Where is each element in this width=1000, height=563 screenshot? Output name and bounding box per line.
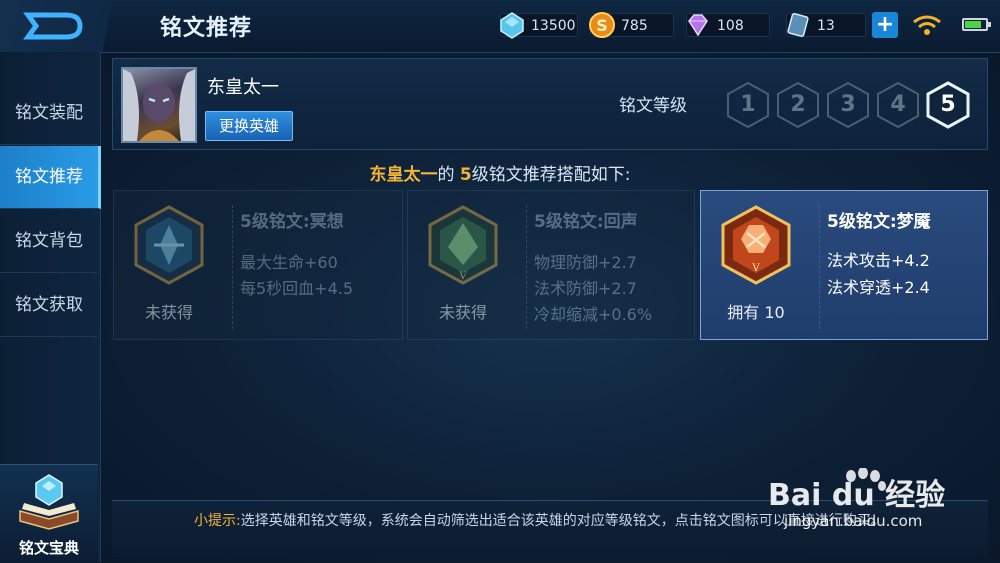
- rune-level-label: 铭文等级: [619, 96, 687, 116]
- hero-portrait-icon: [123, 69, 195, 141]
- sidebar-item-label: 铭文获取: [15, 295, 83, 315]
- rune-name: 5级铭文:梦魇: [827, 212, 931, 232]
- level-3-button[interactable]: 3: [825, 81, 871, 129]
- rune-status: 拥有 10: [727, 303, 785, 322]
- wifi-icon: [913, 15, 941, 35]
- level-1-label: 1: [740, 92, 756, 117]
- rune-name: 5级铭文:冥想: [240, 212, 344, 232]
- hero-name: 东皇太一: [207, 77, 279, 98]
- level-2-label: 2: [790, 92, 806, 117]
- recharge-plus-button[interactable]: +: [872, 12, 898, 38]
- change-hero-button[interactable]: 更换英雄: [205, 111, 293, 141]
- sidebar-item-rune-obtain[interactable]: 铭文获取: [0, 274, 98, 337]
- rune-name: 5级铭文:回声: [534, 212, 638, 232]
- top-bar: 铭文推荐 13500 S 785 108 13 +: [0, 0, 1000, 53]
- recommend-part2: 级铭文推荐搭配如下:: [471, 165, 631, 185]
- ticket-value: 13: [817, 18, 835, 34]
- recommend-hero: 东皇太一: [369, 165, 438, 185]
- rune-attr: 冷却缩减+0.6%: [534, 305, 653, 324]
- blue-ticket-icon: [787, 12, 809, 38]
- hero-avatar[interactable]: [121, 67, 197, 143]
- rune-attr: 每5秒回血+4.5: [240, 279, 354, 298]
- sidebar-item-label: 铭文背包: [15, 231, 83, 251]
- rune-card-echo[interactable]: V 未获得 5级铭文:回声 物理防御+2.7 法术防御+2.7 冷却缩减+0.6…: [407, 190, 695, 340]
- rune-codex-button[interactable]: 铭文宝典: [0, 464, 98, 563]
- rune-attr: 法术穿透+2.4: [827, 278, 930, 297]
- rune-codex-label: 铭文宝典: [18, 539, 79, 557]
- hero-panel: 东皇太一 更换英雄 铭文等级 1 2 3 4 5: [112, 58, 988, 150]
- level-5-label: 5: [940, 92, 956, 117]
- rune-attr: 法术攻击+4.2: [827, 251, 930, 270]
- battery-icon: [962, 18, 991, 31]
- sidebar-item-rune-equip[interactable]: 铭文装配: [0, 82, 98, 145]
- recommend-part1: 的: [437, 165, 460, 185]
- recommend-heading: 东皇太一的 5级铭文推荐搭配如下:: [0, 160, 1000, 185]
- gold-coin-icon: S: [589, 12, 615, 38]
- diamond-value: 13500: [531, 18, 576, 34]
- rune-status: 未获得: [438, 303, 487, 322]
- level-5-button[interactable]: 5: [925, 81, 971, 129]
- page-title: 铭文推荐: [160, 16, 253, 41]
- rune-card-meditation[interactable]: 未获得 5级铭文:冥想 最大生命+60 每5秒回血+4.5: [113, 190, 403, 340]
- recommend-level: 5: [459, 165, 472, 185]
- rune-attr: 最大生命+60: [240, 253, 338, 272]
- watermark-brand: Bai du 经验: [768, 478, 946, 513]
- level-4-label: 4: [890, 92, 906, 117]
- rune-attr: 物理防御+2.7: [534, 253, 637, 272]
- ticket-counter[interactable]: 13: [786, 12, 866, 38]
- red-rune-icon: V: [721, 205, 791, 285]
- purple-gem-icon: [688, 14, 708, 37]
- sidebar: 铭文装配 铭文推荐 铭文背包 铭文获取 铭文宝典: [0, 52, 101, 563]
- level-1-button[interactable]: 1: [725, 81, 771, 129]
- svg-text:S: S: [596, 16, 608, 35]
- rune-card-nightmare[interactable]: V 拥有 10 5级铭文:梦魇 法术攻击+4.2 法术穿透+2.4: [700, 190, 988, 340]
- gem-counter[interactable]: 108: [686, 13, 770, 37]
- rune-attr: 法术防御+2.7: [534, 279, 637, 298]
- svg-text:V: V: [458, 271, 467, 282]
- back-arrow-icon: [23, 12, 83, 40]
- green-rune-icon: V: [428, 205, 498, 285]
- watermark-url: jingyan.baidu.com: [784, 512, 923, 530]
- diamond-counter[interactable]: 13500: [500, 12, 578, 39]
- back-button[interactable]: [0, 0, 130, 52]
- gem-value: 108: [717, 18, 744, 34]
- sidebar-item-label: 铭文装配: [15, 103, 83, 123]
- svg-text:V: V: [751, 263, 760, 274]
- rune-book-icon: [19, 474, 79, 530]
- tip-label: 小提示:: [194, 513, 241, 529]
- level-2-button[interactable]: 2: [775, 81, 821, 129]
- sidebar-item-rune-bag[interactable]: 铭文背包: [0, 210, 98, 273]
- gold-value: 785: [621, 18, 648, 34]
- gold-counter[interactable]: S 785: [589, 12, 674, 38]
- level-4-button[interactable]: 4: [875, 81, 921, 129]
- blue-rune-icon: [134, 205, 204, 285]
- level-3-label: 3: [840, 92, 856, 117]
- blue-crystal-icon: [500, 12, 524, 39]
- rune-status: 未获得: [144, 303, 193, 322]
